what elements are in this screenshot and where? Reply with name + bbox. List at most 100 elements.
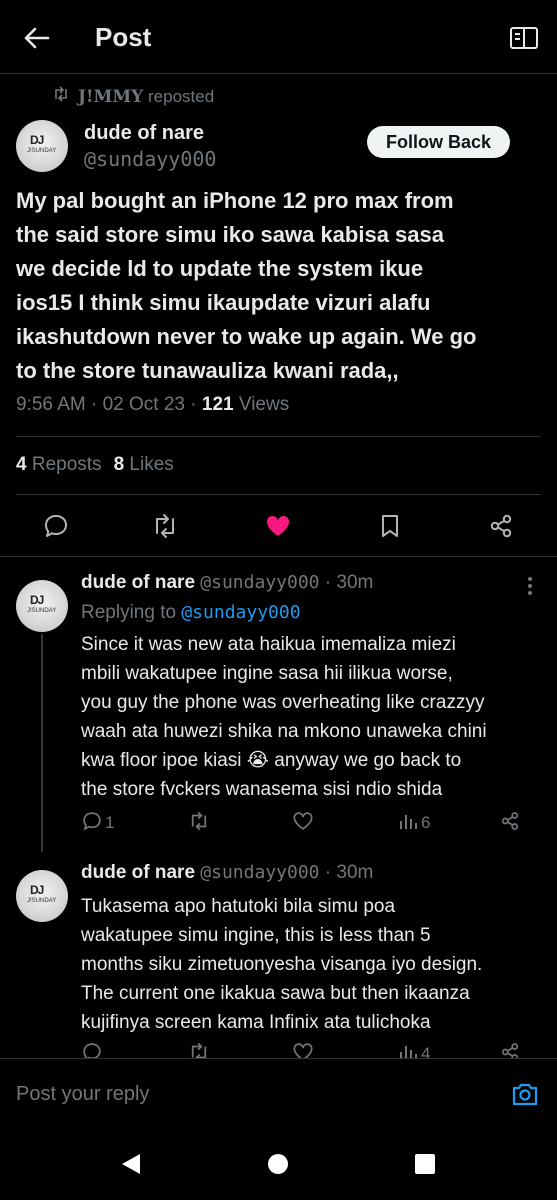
avatar[interactable]: DJ J!SUNDAY bbox=[16, 120, 68, 172]
share-icon bbox=[499, 1041, 521, 1058]
reply-time: 30m bbox=[336, 572, 374, 593]
reply-text-line: mbili wakatupee ingine sasa hii ilikua w… bbox=[81, 663, 453, 684]
reply-header: dude of nare @sundayy000 · 30m bbox=[81, 572, 374, 593]
bookmark-icon[interactable] bbox=[376, 512, 404, 540]
nav-back-icon[interactable] bbox=[120, 1152, 142, 1176]
follow-back-button[interactable]: Follow Back bbox=[367, 126, 510, 158]
reply-icon bbox=[81, 810, 103, 837]
reply-text-line: kujifinya screen kama Infinix ata tulich… bbox=[81, 1012, 431, 1033]
share-button[interactable] bbox=[499, 1042, 521, 1058]
reply-author-handle[interactable]: @sundayy000 bbox=[200, 572, 319, 593]
post-body-line: we decide ld to update the system ikue bbox=[16, 256, 424, 281]
engagement-stats: 4 Reposts 8 Likes bbox=[16, 454, 174, 476]
repost-icon[interactable] bbox=[151, 512, 179, 540]
avatar-initials: DJ bbox=[30, 133, 44, 147]
like-button[interactable] bbox=[292, 1042, 314, 1058]
reposts-label: Reposts bbox=[31, 454, 102, 475]
reposts-count: 4 bbox=[16, 454, 27, 475]
post-meta: 9:56 AM · 02 Oct 23 · 121 Views bbox=[16, 394, 290, 415]
post-body-line: My pal bought an iPhone 12 pro max from bbox=[16, 188, 454, 213]
nav-recents-icon[interactable] bbox=[415, 1154, 435, 1174]
avatar-initials: DJ bbox=[30, 883, 44, 897]
repost-button[interactable] bbox=[188, 811, 210, 835]
reply-post[interactable]: DJ J!SUNDAY dude of nare @sundayy000 · 3… bbox=[0, 562, 557, 852]
heart-icon bbox=[292, 1041, 314, 1058]
replying-to-handle[interactable]: @sundayy000 bbox=[181, 602, 300, 623]
views-count[interactable]: 121 bbox=[202, 394, 234, 415]
analytics-icon bbox=[399, 811, 419, 836]
avatar-subtitle: J!SUNDAY bbox=[27, 898, 57, 904]
repost-icon bbox=[188, 1041, 210, 1058]
likes-stat[interactable]: 8 Likes bbox=[114, 454, 174, 475]
post-body-line: ikashutdown never to wake up again. We g… bbox=[16, 324, 477, 349]
share-icon bbox=[499, 810, 521, 837]
back-arrow-icon[interactable] bbox=[22, 24, 50, 52]
post-date: 02 Oct 23 bbox=[102, 394, 185, 415]
reply-time: 30m bbox=[336, 862, 374, 883]
reply-action-bar: 1 6 bbox=[81, 811, 541, 837]
reply-text-line: months siku zimetuonyesha visanga iyo de… bbox=[81, 954, 483, 975]
reply-button[interactable] bbox=[81, 1042, 103, 1058]
heart-icon bbox=[292, 810, 314, 837]
share-icon[interactable] bbox=[487, 512, 515, 540]
reply-button[interactable]: 1 bbox=[81, 811, 114, 835]
reply-input[interactable]: Post your reply bbox=[16, 1083, 149, 1106]
analytics-icon bbox=[399, 1042, 419, 1058]
views-button[interactable]: 6 bbox=[399, 811, 430, 835]
nav-home-icon[interactable] bbox=[268, 1154, 288, 1174]
reply-author-handle[interactable]: @sundayy000 bbox=[200, 862, 319, 883]
post-time: 9:56 AM bbox=[16, 394, 86, 415]
reply-text-line: The current one ikakua sawa but then ika… bbox=[81, 983, 470, 1004]
post-body-line: the said store simu iko sawa kabisa sasa bbox=[16, 222, 444, 247]
author-handle[interactable]: @sundayy000 bbox=[84, 147, 216, 171]
share-button[interactable] bbox=[499, 811, 521, 835]
reply-text-line: Since it was new ata haikua imemaliza mi… bbox=[81, 634, 456, 655]
more-options-icon[interactable] bbox=[521, 576, 539, 596]
reply-header: dude of nare @sundayy000 · 30m bbox=[81, 862, 374, 883]
like-button[interactable] bbox=[292, 811, 314, 835]
divider bbox=[16, 436, 541, 437]
post-body: My pal bought an iPhone 12 pro max from … bbox=[16, 184, 541, 388]
view-count: 4 bbox=[421, 1044, 431, 1058]
avatar[interactable]: DJ J!SUNDAY bbox=[16, 870, 68, 922]
like-heart-icon[interactable] bbox=[264, 512, 292, 540]
reply-text-line: you guy the phone was overheating like c… bbox=[81, 692, 485, 713]
avatar-initials: DJ bbox=[30, 593, 44, 607]
reply-text-line: waah ata huwezi shika na mkono unaweka c… bbox=[81, 721, 487, 742]
post-body-line: to the store tunawauliza kwani rada,, bbox=[16, 358, 399, 383]
system-nav-bar bbox=[0, 1130, 557, 1200]
replying-to: Replying to @sundayy000 bbox=[81, 602, 301, 624]
reply-count: 1 bbox=[105, 813, 115, 832]
page-title: Post bbox=[95, 22, 152, 52]
view-count: 6 bbox=[421, 813, 431, 832]
reader-mode-icon[interactable] bbox=[509, 24, 539, 52]
reply-text-line: kwa floor ipoe kiasi 😭 anyway we go back… bbox=[81, 750, 462, 771]
reply-icon[interactable] bbox=[42, 512, 70, 540]
divider bbox=[0, 556, 557, 557]
reply-icon bbox=[81, 1041, 103, 1058]
reply-text-line: Tukasema apo hatutoki bila simu poa bbox=[81, 896, 396, 917]
likes-label: Likes bbox=[129, 454, 174, 475]
repost-icon bbox=[188, 810, 210, 837]
reply-text: Since it was new ata haikua imemaliza mi… bbox=[81, 630, 541, 804]
views-button[interactable]: 4 bbox=[399, 1042, 430, 1058]
repost-label: reposted bbox=[148, 86, 215, 106]
repost-icon bbox=[52, 86, 70, 107]
reply-text: Tukasema apo hatutoki bila simu poa waka… bbox=[81, 892, 541, 1037]
repost-indicator[interactable]: J!MMY reposted bbox=[52, 86, 214, 107]
post-body-line: ios15 I think simu ikaupdate vizuri alaf… bbox=[16, 290, 431, 315]
reply-composer: Post your reply bbox=[0, 1058, 557, 1130]
camera-icon[interactable] bbox=[511, 1081, 539, 1107]
reply-text-line: the store fvckers wanasema sisi ndio shi… bbox=[81, 779, 443, 800]
reply-author-name[interactable]: dude of nare bbox=[81, 572, 195, 593]
avatar-subtitle: J!SUNDAY bbox=[27, 608, 57, 614]
reposts-stat[interactable]: 4 Reposts bbox=[16, 454, 102, 475]
top-app-bar: Post bbox=[0, 0, 557, 74]
reply-post[interactable]: DJ J!SUNDAY dude of nare @sundayy000 · 3… bbox=[0, 852, 557, 1058]
views-label: Views bbox=[238, 394, 290, 415]
reposter-name: J!MMY bbox=[78, 86, 144, 107]
author-name[interactable]: dude of nare bbox=[84, 122, 204, 145]
repost-button[interactable] bbox=[188, 1042, 210, 1058]
reply-author-name[interactable]: dude of nare bbox=[81, 862, 195, 883]
avatar[interactable]: DJ J!SUNDAY bbox=[16, 580, 68, 632]
